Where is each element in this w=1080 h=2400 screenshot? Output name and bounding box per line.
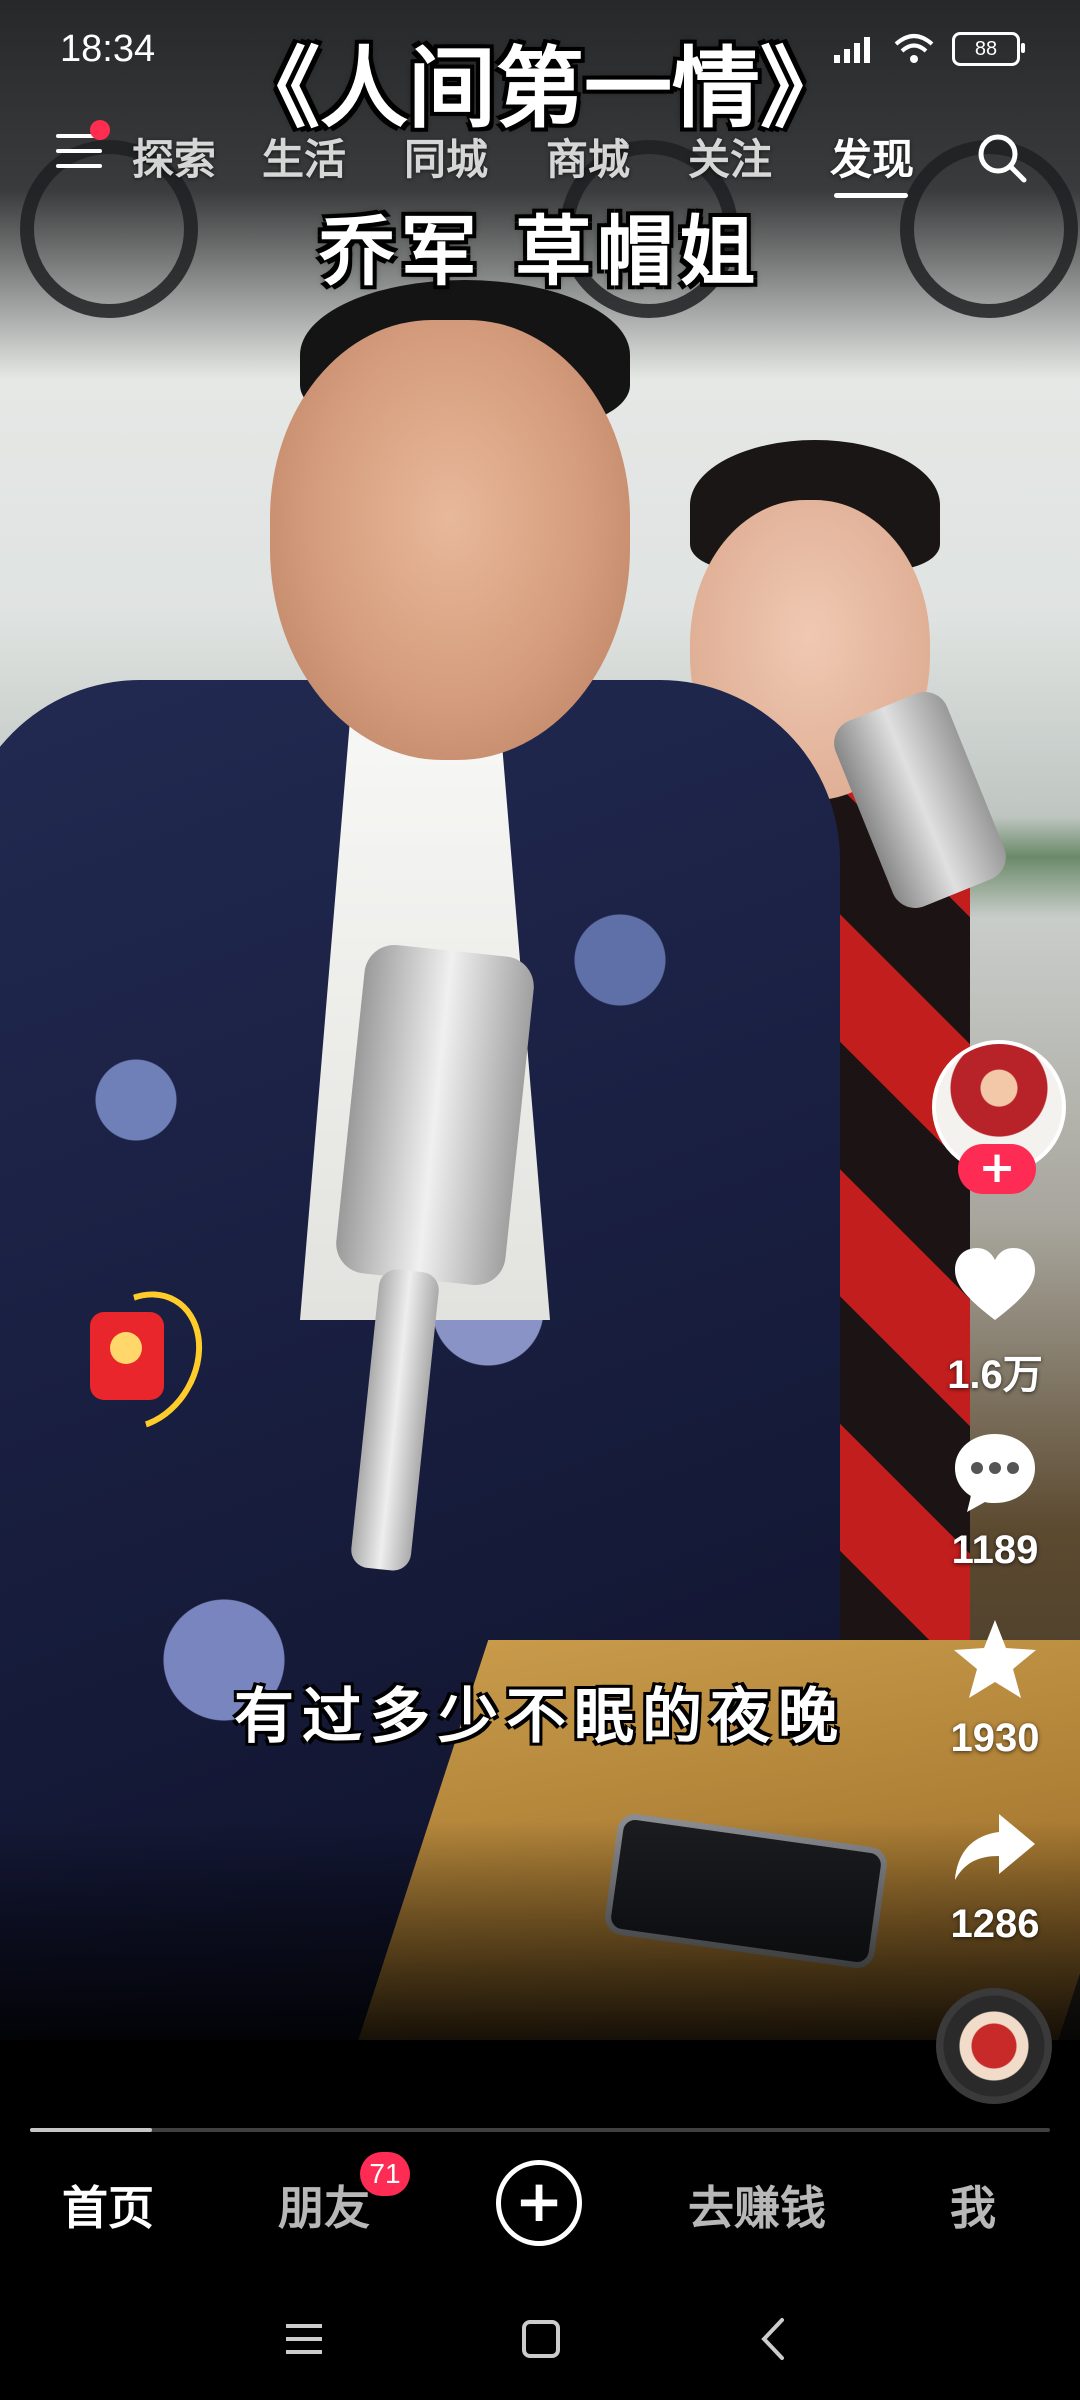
status-time: 18:34	[60, 28, 156, 70]
favorite-count: 1930	[950, 1716, 1040, 1760]
tab-life[interactable]: 生活	[262, 126, 346, 187]
battery-indicator: 88	[952, 32, 1025, 66]
nav-earn[interactable]: 去赚钱	[688, 2172, 826, 2238]
like-count: 1.6万	[947, 1353, 1043, 1397]
friends-badge: 71	[360, 2152, 410, 2196]
back-icon[interactable]	[746, 2314, 806, 2364]
favorite-button[interactable]: 1930	[930, 1614, 1060, 1761]
red-packet-widget[interactable]	[53, 1268, 227, 1454]
comment-icon	[955, 1434, 1035, 1512]
tab-nearby[interactable]: 同城	[404, 126, 488, 187]
active-tab-indicator	[834, 193, 908, 198]
video-progress-bar[interactable]	[30, 2128, 1050, 2132]
top-nav: 探索 生活 同城 商城 关注 发现	[0, 120, 1080, 200]
coin-icon	[110, 1332, 142, 1364]
comment-count: 1189	[951, 1528, 1039, 1572]
signal-icon	[834, 37, 870, 63]
bottom-nav: 首页 朋友 71 + 去赚钱 我	[0, 2136, 1080, 2266]
app-screen: 《人间第一情》 乔军 草帽姐 有过多少不眠的夜晚 18:34 88 探索 生活 …	[0, 0, 1080, 2400]
tab-discover[interactable]: 发现	[830, 126, 914, 187]
share-button[interactable]: 1286	[930, 1800, 1060, 1947]
system-nav-bar	[0, 2290, 1080, 2380]
menu-icon[interactable]	[56, 134, 102, 174]
tab-following[interactable]: 关注	[688, 126, 772, 187]
wifi-icon	[894, 34, 934, 63]
lyric-caption: 有过多少不眠的夜晚	[234, 1682, 846, 1752]
video-subtitle-names: 乔军 草帽姐	[318, 207, 762, 296]
man-face	[270, 320, 630, 760]
status-icons: 88	[832, 32, 1025, 66]
video-fade	[0, 1820, 1080, 2040]
tab-mall[interactable]: 商城	[546, 126, 630, 187]
video-progress-fill	[30, 2128, 153, 2132]
tab-explore[interactable]: 探索	[132, 126, 216, 187]
comment-button[interactable]: 1189	[930, 1426, 1060, 1573]
notification-dot	[90, 120, 110, 140]
nav-me[interactable]: 我	[950, 2172, 996, 2238]
status-bar: 18:34 88	[60, 26, 1040, 86]
nav-home[interactable]: 首页	[62, 2172, 154, 2238]
follow-button[interactable]: +	[958, 1144, 1036, 1194]
home-icon[interactable]	[510, 2314, 570, 2364]
heart-icon	[955, 1248, 1035, 1320]
nav-friends[interactable]: 朋友	[278, 2172, 370, 2238]
share-count: 1286	[950, 1902, 1040, 1946]
search-icon[interactable]	[974, 130, 1030, 186]
like-button[interactable]: 1.6万	[930, 1240, 1060, 1400]
share-icon	[955, 1814, 1035, 1880]
star-icon	[954, 1620, 1036, 1698]
microphone	[333, 942, 537, 1288]
recents-icon[interactable]	[274, 2314, 334, 2364]
music-disc[interactable]	[936, 1988, 1052, 2104]
create-button[interactable]: +	[496, 2160, 582, 2246]
